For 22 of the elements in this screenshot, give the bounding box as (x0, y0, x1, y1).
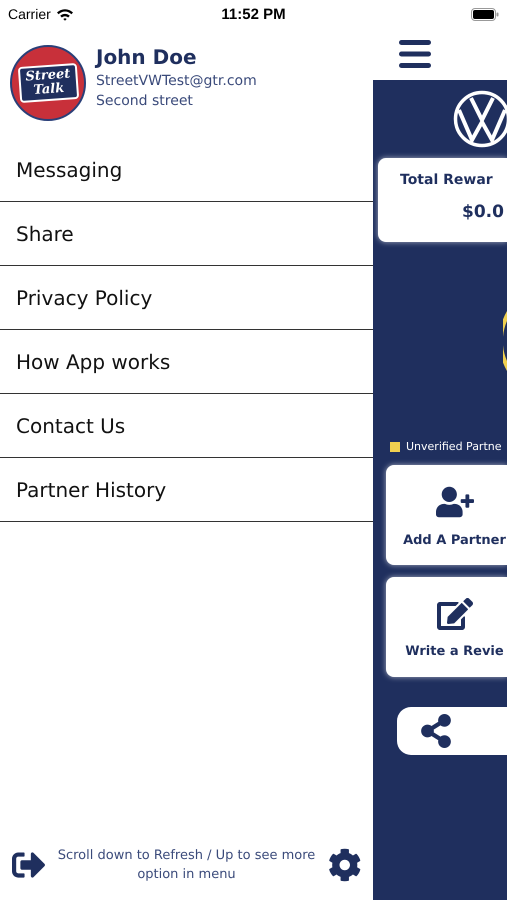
wifi-icon (56, 8, 74, 20)
settings-icon[interactable] (328, 848, 361, 882)
status-time: 11:52 PM (220, 6, 287, 22)
battery-icon (471, 8, 499, 20)
rewards-amount: $0.0 (461, 202, 505, 222)
action-card[interactable]: Write a Revie (386, 577, 507, 677)
user-email: StreetVWTest@gtr.com (96, 73, 257, 89)
user-address: Second street (96, 93, 194, 109)
legend-label: Unverified Partne (406, 440, 502, 453)
rewards-title: Total Rewar (400, 172, 494, 188)
action-card[interactable]: Add A Partner (386, 465, 507, 565)
action-label: Add A Partner (403, 532, 506, 548)
vw-logo-icon (453, 90, 507, 148)
action-label: Write a Revie (405, 644, 504, 658)
share-icon (419, 714, 453, 748)
carrier-label: Carrier (8, 6, 51, 22)
edit-icon (436, 596, 472, 632)
refresh-hint: Scroll down to Refresh / Up to see more option in menu (56, 847, 316, 884)
share-button[interactable] (397, 707, 507, 755)
menu-icon[interactable] (399, 40, 431, 68)
app-logo: Street Talk (10, 45, 86, 121)
user-name: John Doe (96, 45, 198, 69)
